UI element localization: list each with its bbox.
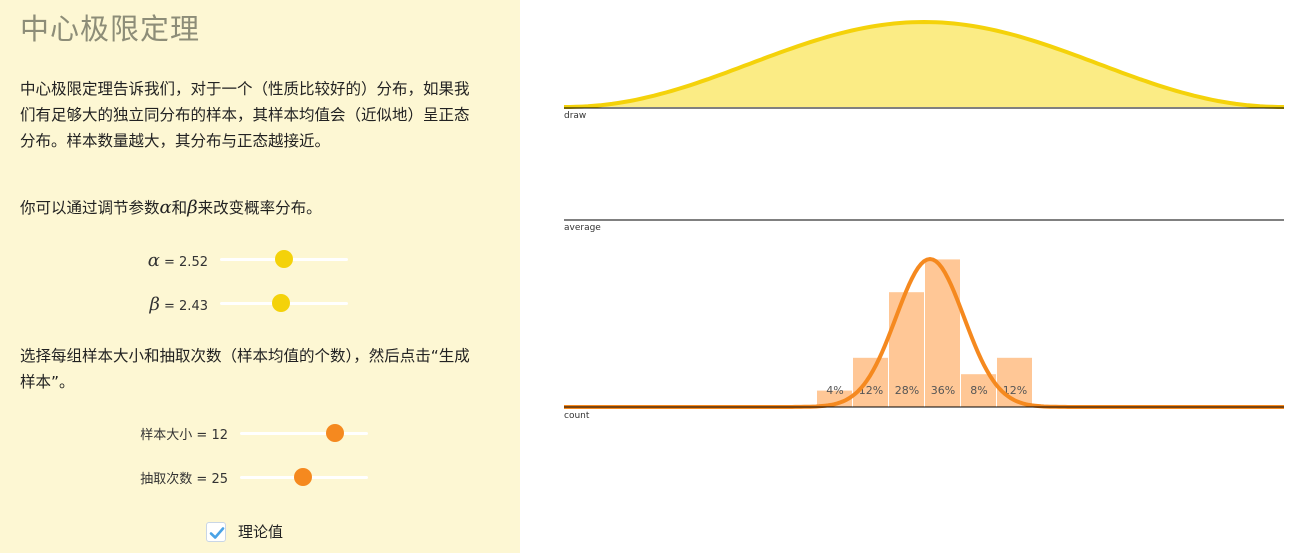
draw-label: draw (564, 111, 586, 121)
param-hint-suffix: 来改变概率分布。 (197, 199, 322, 217)
histogram-bar-label: 28% (895, 384, 919, 397)
draw-distribution-area (564, 22, 1284, 107)
count-label: count (564, 411, 590, 421)
beta-symbol: β (187, 197, 198, 218)
sample-size-label: 样本大小 = 12 (140, 428, 228, 443)
draw-count-slider-thumb[interactable] (293, 468, 312, 486)
sample-size-slider-row: 样本大小 = 12 (140, 421, 368, 445)
charts-svg: draw average 4% 12% 28% 36% 8% 12% count (564, 19, 1284, 421)
beta-slider-row: β = 2.43 (149, 291, 348, 315)
draw-count-slider-row: 抽取次数 = 25 (140, 465, 368, 489)
alpha-slider-row: α = 2.52 (148, 247, 348, 271)
alpha-slider-label: α = 2.52 (148, 250, 208, 271)
histogram-bar (853, 357, 888, 407)
theory-checkbox[interactable] (206, 522, 226, 542)
parameter-hint: 你可以通过调节参数α和β来改变概率分布。 (20, 195, 478, 221)
alpha-symbol: α (159, 197, 172, 218)
control-panel: 中心极限定理 中心极限定理告诉我们，对于一个（性质比较好的）分布，如果我们有足够… (0, 0, 520, 553)
alpha-label-value: = 2.52 (164, 255, 208, 270)
param-hint-prefix: 你可以通过调节参数 (20, 199, 160, 217)
histogram-bar-label: 36% (931, 384, 955, 397)
alpha-label-symbol: α (147, 250, 160, 271)
page-title: 中心极限定理 (20, 12, 201, 46)
histogram-bars (817, 259, 1032, 407)
checkmark-icon (209, 527, 225, 539)
average-label: average (564, 223, 601, 233)
histogram-bar-label: 4% (826, 384, 843, 397)
alpha-slider-thumb[interactable] (275, 250, 293, 268)
sample-hint: 选择每组样本大小和抽取次数（样本均值的个数），然后点击“生成样本”。 (20, 347, 470, 391)
beta-label-symbol: β (149, 294, 160, 315)
intro-paragraph: 中心极限定理告诉我们，对于一个（性质比较好的）分布，如果我们有足够大的独立同分布… (20, 80, 470, 150)
beta-label-value: = 2.43 (164, 299, 208, 314)
beta-slider-thumb[interactable] (272, 294, 291, 312)
histogram-bar-label: 8% (970, 384, 987, 397)
chart-area: draw average 4% 12% 28% 36% 8% 12% count (520, 0, 1307, 553)
param-hint-mid: 和 (171, 199, 188, 217)
theory-label: 理论值 (238, 523, 284, 541)
draw-count-label: 抽取次数 = 25 (140, 472, 228, 487)
beta-slider-label: β = 2.43 (149, 294, 208, 315)
sample-size-slider-thumb[interactable] (325, 424, 344, 442)
sample-size-slider-track[interactable] (240, 432, 368, 435)
